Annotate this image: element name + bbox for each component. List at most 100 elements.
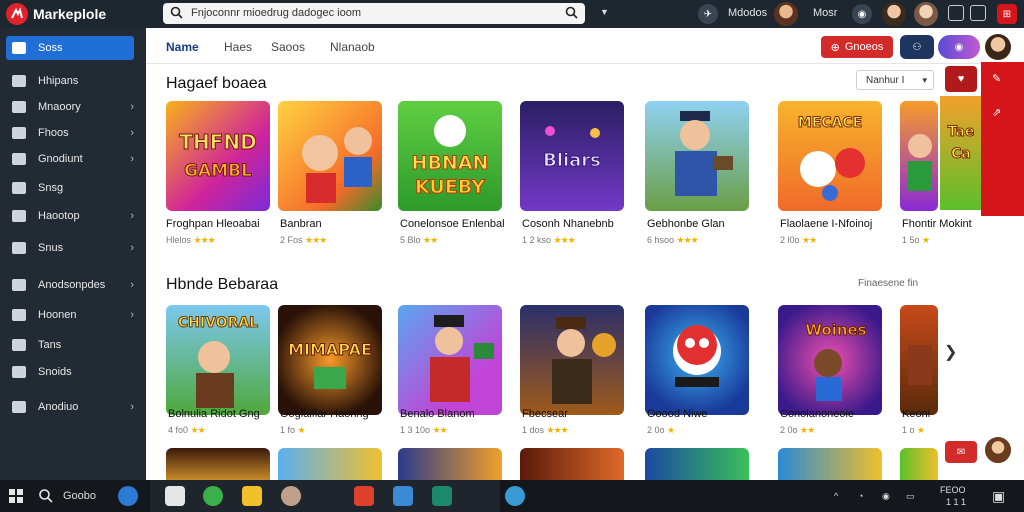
- game-card-thumbnail[interactable]: [900, 305, 938, 415]
- game-card-thumbnail[interactable]: [900, 448, 938, 480]
- app-icon[interactable]: [505, 486, 525, 506]
- sort-dropdown[interactable]: Nanhur I ▾: [856, 70, 934, 90]
- app-icon[interactable]: [432, 486, 452, 506]
- sidebar-item-2[interactable]: Mnaoory ›: [6, 95, 134, 119]
- game-card-title[interactable]: Fhontir Mokint: [902, 218, 978, 230]
- search-icon[interactable]: [38, 488, 54, 504]
- chevron-down-icon[interactable]: ▼: [600, 7, 609, 17]
- app-logo[interactable]: Markeplole: [6, 3, 106, 25]
- game-card-thumbnail[interactable]: Tae Ca: [940, 96, 982, 210]
- start-icon[interactable]: [8, 488, 24, 504]
- network-icon[interactable]: ◔: [858, 491, 863, 501]
- topbar-label-2[interactable]: Mosr: [813, 7, 837, 19]
- game-card-thumbnail[interactable]: MIMAPAE: [278, 305, 382, 415]
- edit-icon[interactable]: ✎: [992, 72, 1001, 85]
- search-bar[interactable]: Fnjoconnr mioedrug dadogec ioom: [163, 3, 585, 24]
- see-all-link[interactable]: Finaesene fin: [858, 278, 918, 289]
- volume-icon[interactable]: ◉: [882, 491, 890, 502]
- game-card-title[interactable]: Ooood Niwe: [647, 408, 759, 420]
- game-card-title[interactable]: Flaolaene I-Nfoinoj: [780, 218, 892, 230]
- clock-time[interactable]: FEOO: [940, 485, 966, 495]
- sidebar-item-7[interactable]: Snus ›: [6, 236, 134, 260]
- game-card-thumbnail[interactable]: [278, 101, 382, 211]
- game-card-thumbnail[interactable]: [398, 448, 502, 480]
- sidebar-item-8[interactable]: Anodsonpdes ›: [6, 273, 134, 297]
- tab-2[interactable]: Haes: [224, 40, 252, 54]
- notification-center-icon[interactable]: ▣: [992, 488, 1005, 505]
- calendar-icon[interactable]: [165, 486, 185, 506]
- avatar[interactable]: [914, 2, 938, 26]
- avatar[interactable]: [882, 2, 906, 26]
- taskbar-search-label[interactable]: Goobo: [63, 490, 96, 502]
- game-card-thumbnail[interactable]: HBNAN KUEBY: [398, 101, 502, 211]
- sidebar-item-4[interactable]: Gnodiunt ›: [6, 147, 134, 171]
- game-card-title[interactable]: Gebhonbe Glan: [647, 218, 759, 230]
- avatar[interactable]: [983, 435, 1013, 465]
- game-card-title[interactable]: Conolanoneoie: [780, 408, 892, 420]
- sidebar-item-5[interactable]: Snsg: [6, 176, 134, 200]
- game-card-thumbnail[interactable]: [520, 448, 624, 480]
- app-icon[interactable]: [393, 486, 413, 506]
- game-card-thumbnail[interactable]: [166, 448, 270, 480]
- game-card-thumbnail[interactable]: Bliars: [520, 101, 624, 211]
- svg-text:THFND: THFND: [179, 130, 256, 154]
- wishlist-button[interactable]: ♥: [945, 66, 977, 92]
- game-card-thumbnail[interactable]: Woines: [778, 305, 882, 415]
- game-card-thumbnail[interactable]: CHIVORAL: [166, 305, 270, 415]
- game-card-title[interactable]: Ooglaiflar Haonng: [280, 408, 388, 420]
- store-button[interactable]: ◉: [938, 35, 980, 59]
- game-card-thumbnail[interactable]: [778, 448, 882, 480]
- shield-icon[interactable]: [118, 486, 138, 506]
- game-card-title[interactable]: Fbecsear: [522, 408, 634, 420]
- search-input[interactable]: Fnjoconnr mioedrug dadogec ioom: [191, 7, 361, 19]
- topbar-label-1[interactable]: Mdodos: [728, 7, 767, 19]
- game-card-thumbnail[interactable]: [645, 101, 749, 211]
- battery-icon[interactable]: ▭: [906, 491, 915, 502]
- chevron-right-icon[interactable]: ❯: [944, 342, 957, 362]
- clock-date[interactable]: 1 1 1: [946, 497, 966, 507]
- game-card-thumbnail[interactable]: [398, 305, 502, 415]
- avatar[interactable]: [774, 2, 798, 26]
- game-card-title[interactable]: Bolnulia Ridot Gng: [168, 408, 276, 420]
- browser-icon[interactable]: [203, 486, 223, 506]
- game-card-thumbnail[interactable]: [520, 305, 624, 415]
- tab-name[interactable]: Name: [166, 40, 199, 54]
- globe-icon[interactable]: ◉: [852, 4, 872, 24]
- chevron-up-icon[interactable]: ^: [834, 491, 838, 501]
- game-card-title[interactable]: Froghpan Hleoabai: [166, 218, 274, 230]
- sidebar-item-10[interactable]: Tans: [6, 333, 134, 357]
- game-card-title[interactable]: Benalo Blanom: [400, 408, 512, 420]
- app-icon[interactable]: [354, 486, 374, 506]
- window-icon[interactable]: [948, 5, 964, 21]
- game-card-thumbnail[interactable]: [900, 101, 938, 211]
- game-controller-button[interactable]: ⚇: [900, 35, 934, 59]
- avatar[interactable]: [985, 34, 1011, 60]
- game-card-thumbnail[interactable]: [645, 448, 749, 480]
- game-card-title[interactable]: Keoni: [902, 408, 940, 420]
- chat-button[interactable]: ✉: [945, 441, 977, 463]
- folder-icon[interactable]: [242, 486, 262, 506]
- sidebar-item-home[interactable]: Soss: [6, 36, 134, 60]
- notification-icon[interactable]: ✈: [698, 4, 718, 24]
- search-submit-icon[interactable]: [565, 6, 578, 22]
- game-card-title[interactable]: Banbran: [280, 218, 388, 230]
- window-icon[interactable]: [970, 5, 986, 21]
- primary-action-button[interactable]: ⊕ Gnoeos: [821, 36, 893, 58]
- game-card-title[interactable]: Conelonsoe Enlenbal: [400, 218, 512, 230]
- game-card-title[interactable]: Cosonh Nhanebnb: [522, 218, 634, 230]
- tab-3[interactable]: Saoos: [271, 40, 305, 54]
- sidebar-item-11[interactable]: Snoids: [6, 360, 134, 384]
- game-card-thumbnail[interactable]: [278, 448, 382, 480]
- sidebar-item-1[interactable]: Hhipans: [6, 69, 134, 93]
- tab-4[interactable]: Nlanaob: [330, 40, 375, 54]
- share-icon[interactable]: ⇗: [992, 106, 1001, 119]
- sidebar-item-3[interactable]: Fhoos ›: [6, 121, 134, 145]
- sidebar-item-6[interactable]: Haootop ›: [6, 204, 134, 228]
- game-card-thumbnail[interactable]: THFND GAMBL: [166, 101, 270, 211]
- game-card-thumbnail[interactable]: MECACE: [778, 101, 882, 211]
- sidebar-item-12[interactable]: Anodiuo ›: [6, 395, 134, 419]
- sidebar-item-9[interactable]: Hoonen ›: [6, 303, 134, 327]
- app-icon[interactable]: [281, 486, 301, 506]
- game-card-thumbnail[interactable]: [645, 305, 749, 415]
- app-icon[interactable]: ⊞: [997, 4, 1017, 24]
